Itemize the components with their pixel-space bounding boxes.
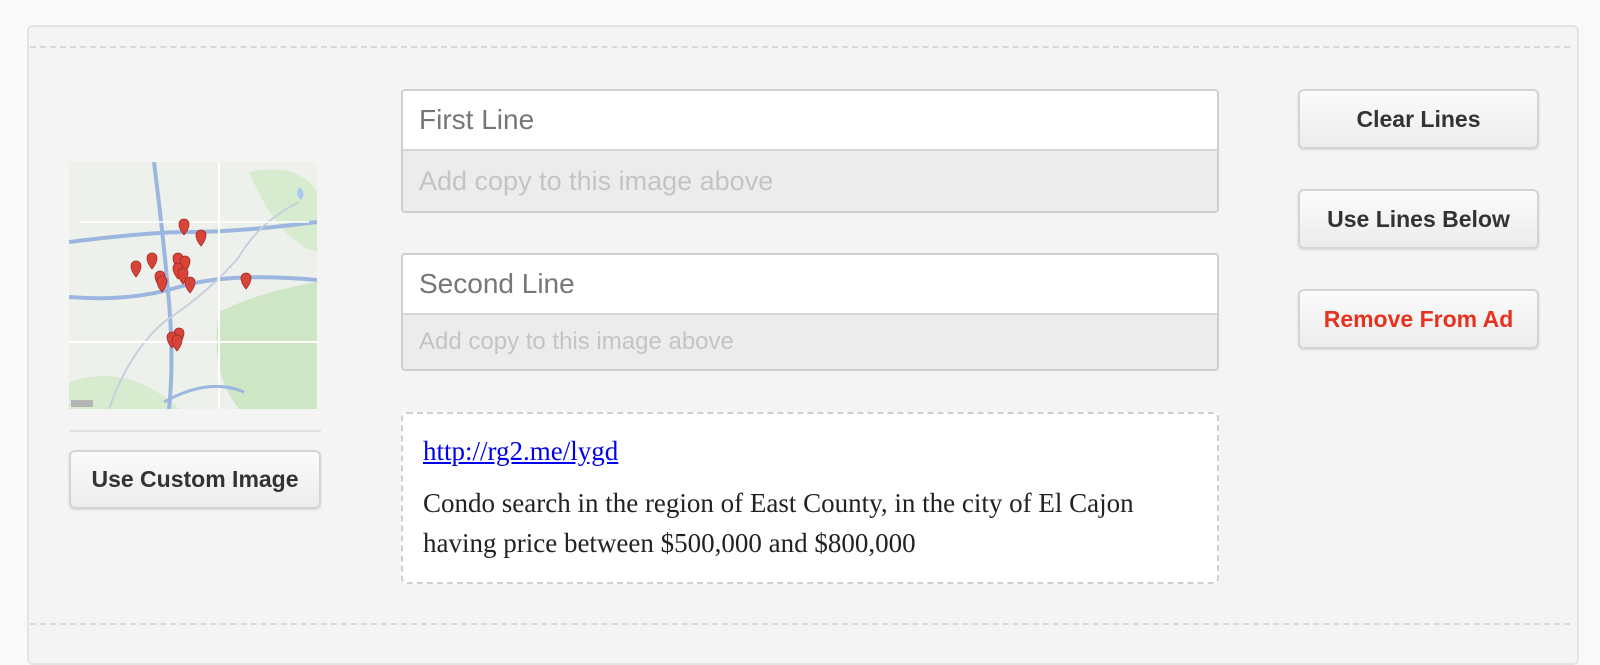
second-line-input[interactable]: Second Line: [403, 255, 1217, 315]
map-thumbnail: [69, 162, 317, 409]
second-line-group: Second Line Add copy to this image above: [401, 253, 1219, 371]
first-line-hint[interactable]: Add copy to this image above: [403, 151, 1217, 211]
preview-description: Condo search in the region of East Count…: [423, 488, 1134, 558]
map-image: [69, 162, 317, 409]
remove-from-ad-button[interactable]: Remove From Ad: [1298, 289, 1539, 349]
second-line-hint[interactable]: Add copy to this image above: [403, 315, 1217, 369]
use-custom-image-button[interactable]: Use Custom Image: [69, 450, 321, 509]
ad-preview: http://rg2.me/lygd Condo search in the r…: [401, 412, 1219, 584]
image-divider: [69, 430, 321, 432]
first-line-group: First Line Add copy to this image above: [401, 89, 1219, 213]
use-lines-below-button[interactable]: Use Lines Below: [1298, 189, 1539, 249]
clear-lines-button[interactable]: Clear Lines: [1298, 89, 1539, 149]
preview-link[interactable]: http://rg2.me/lygd: [423, 436, 1197, 467]
top-dashed-divider: [30, 46, 1570, 48]
bottom-dashed-divider: [30, 623, 1570, 625]
first-line-input[interactable]: First Line: [403, 91, 1217, 151]
